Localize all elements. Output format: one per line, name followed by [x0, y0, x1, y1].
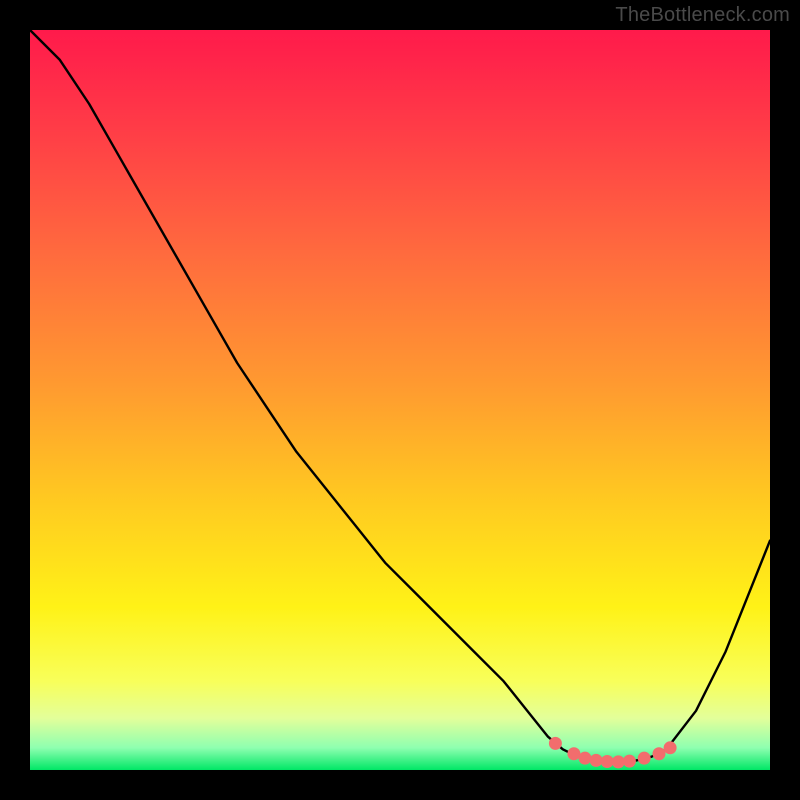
valley-marker — [549, 737, 562, 750]
valley-marker — [579, 752, 592, 765]
chart-container: TheBottleneck.com — [0, 0, 800, 800]
valley-markers — [30, 30, 770, 770]
valley-marker — [590, 754, 603, 767]
valley-marker — [653, 747, 666, 760]
valley-marker — [567, 747, 580, 760]
valley-marker — [601, 755, 614, 768]
watermark-text: TheBottleneck.com — [615, 4, 790, 27]
plot-area — [30, 30, 770, 770]
valley-marker — [623, 755, 636, 768]
valley-marker — [638, 752, 651, 765]
valley-marker — [612, 755, 625, 768]
valley-marker — [664, 741, 677, 754]
